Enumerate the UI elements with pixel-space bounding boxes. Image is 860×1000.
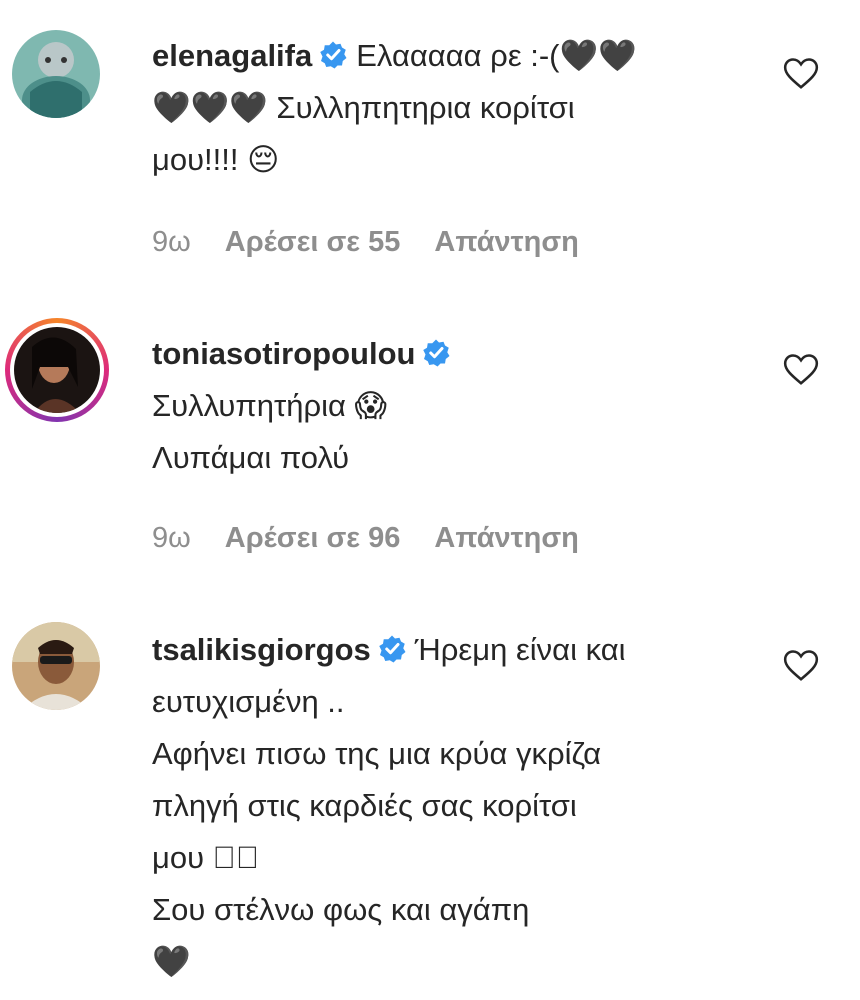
comment-line: 🖤 bbox=[152, 944, 191, 979]
username[interactable]: toniasotiropoulou bbox=[152, 336, 415, 371]
comment-body: tsalikisgiorgos Ήρεμη είναι και ευτυχισμέ… bbox=[152, 624, 752, 988]
comment-line: 🖤🖤🖤 Συλληπητηρια κορίτσι bbox=[152, 90, 575, 125]
like-heart-icon[interactable] bbox=[782, 646, 820, 684]
reply-button[interactable]: Απάντηση bbox=[434, 522, 579, 554]
verified-badge-icon bbox=[379, 635, 406, 663]
comment-meta: 9ω Αρέσει σε 96 Απάντηση bbox=[152, 522, 613, 555]
avatar bbox=[14, 327, 100, 413]
comment-line: elenagalifa Ελααααα ρε :-(🖤🖤 bbox=[152, 30, 752, 82]
comment-time[interactable]: 9ω bbox=[152, 226, 191, 258]
comment-body: toniasotiropoulou Συλλυπητήρια 😱 Λυπάμαι… bbox=[152, 328, 752, 484]
comment-line: Συλλυπητήρια 😱 bbox=[152, 388, 387, 423]
comment-text: Ήρεμη είναι και bbox=[414, 632, 626, 667]
likes-count[interactable]: Αρέσει σε 55 bbox=[225, 226, 401, 258]
comment-time[interactable]: 9ω bbox=[152, 522, 191, 554]
comment-line: ευτυχισμένη .. bbox=[152, 684, 345, 719]
reply-button[interactable]: Απάντηση bbox=[434, 226, 579, 258]
likes-count[interactable]: Αρέσει σε 96 bbox=[225, 522, 401, 554]
comment-line: tsalikisgiorgos Ήρεμη είναι και bbox=[152, 624, 752, 676]
comment-line: Λυπάμαι πολύ bbox=[152, 440, 350, 475]
avatar[interactable] bbox=[12, 622, 100, 710]
comment-line: μου 􀀀􀀀 bbox=[152, 840, 260, 875]
comment-line: μου!!!! 😔 bbox=[152, 142, 280, 177]
like-heart-icon[interactable] bbox=[782, 54, 820, 92]
comment-body: elenagalifa Ελααααα ρε :-(🖤🖤 🖤🖤🖤 Συλληπητ… bbox=[152, 30, 752, 186]
avatar[interactable] bbox=[12, 30, 100, 118]
comment-text: Ελααααα ρε :-(🖤🖤 bbox=[356, 38, 637, 73]
comment-meta: 9ω Αρέσει σε 55 Απάντηση bbox=[152, 226, 613, 259]
verified-badge-icon bbox=[320, 41, 347, 69]
username[interactable]: tsalikisgiorgos bbox=[152, 632, 371, 667]
comment-line: Σου στέλνω φως και αγάπη bbox=[152, 892, 530, 927]
username[interactable]: elenagalifa bbox=[152, 38, 312, 73]
like-heart-icon[interactable] bbox=[782, 350, 820, 388]
comment-line: toniasotiropoulou bbox=[152, 328, 752, 380]
verified-badge-icon bbox=[423, 339, 450, 367]
comment-line: πληγή στις καρδιές σας κορίτσι bbox=[152, 788, 577, 823]
story-ring[interactable] bbox=[5, 318, 109, 422]
comment-line: Αφήνει πισω της μια κρύα γκρίζα bbox=[152, 736, 602, 771]
